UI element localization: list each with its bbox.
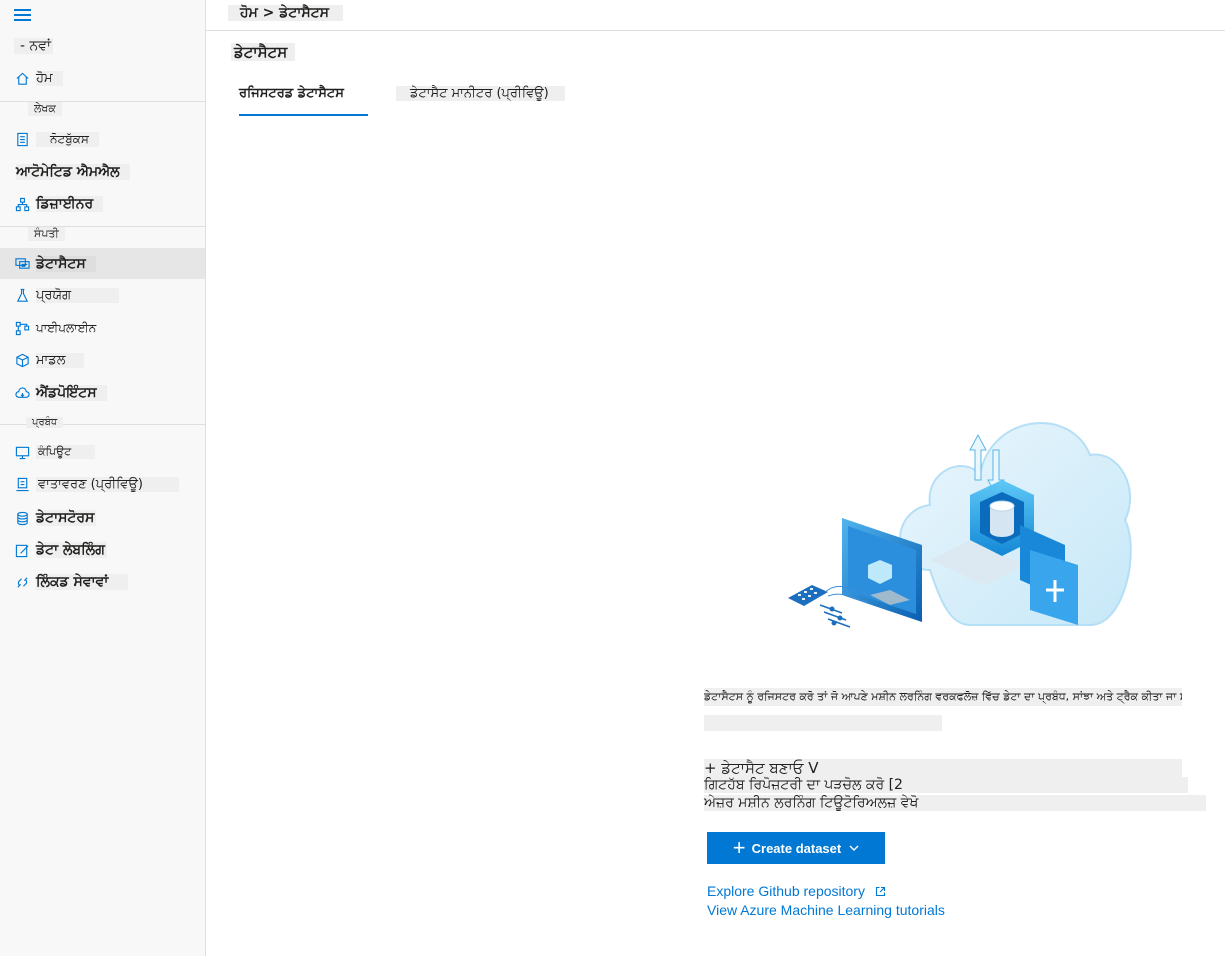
chevron-down-icon: [849, 845, 859, 851]
home-icon: [14, 70, 30, 86]
tab-dataset-monitors[interactable]: ਡੇਟਾਸੈਟ ਮਾਨੀਟਰ (ਪ੍ਰੀਵਿਊ): [396, 86, 565, 101]
sidebar-item-automl[interactable]: ਆਟੋਮੇਟਿਡ ਐਮਐਲ: [0, 157, 205, 187]
header-divider: [206, 30, 1225, 31]
sidebar-item-label: ਪਾਈਪਲਾਈਨ: [36, 320, 97, 335]
breadcrumb[interactable]: ਹੋਮ > ਡੇਟਾਸੈਟਸ: [228, 5, 343, 21]
sidebar-item-label: ਐਂਡਪੋਇੰਟਸ: [36, 385, 107, 401]
sidebar-item-label: ਵਾਤਾਵਰਣ (ਪ੍ਰੀਵਿਊ): [36, 476, 179, 492]
sidebar-item-datastores[interactable]: ਡੇਟਾਸਟੋਰਸ: [0, 503, 205, 533]
sidebar-item-designer[interactable]: ਡਿਜ਼ਾਈਨਰ: [0, 189, 205, 219]
database-icon: [14, 510, 30, 526]
external-link-icon: [875, 886, 885, 897]
endpoint-cloud-icon: [14, 385, 30, 401]
sidebar-item-label: ਡੇਟਾਸੈਟਸ: [36, 255, 96, 272]
sidebar: - ਨਵਾਂ ਹੋਮ ਲੇਖਕ ਨੋਟਬੁੱਕਸ ਆਟੋਮੇਟਿਡ ਐਮਐਲ ਡ…: [0, 0, 206, 956]
link-icon: [14, 574, 30, 590]
sidebar-item-experiments[interactable]: ਪ੍ਰਯੋਗ: [0, 280, 205, 310]
sidebar-item-label: ਕੰਪਿਊਟ: [36, 445, 96, 459]
explore-github-link-label: Explore Github repository: [707, 883, 865, 899]
monitor-icon: [14, 444, 30, 460]
sidebar-item-models[interactable]: ਮਾਡਲ: [0, 345, 205, 375]
empty-state-faint-text: [704, 715, 942, 731]
sidebar-item-environments[interactable]: ਵਾਤਾਵਰਣ (ਪ੍ਰੀਵਿਊ): [0, 469, 205, 499]
sidebar-item-label: ਮਾਡਲ: [36, 352, 84, 368]
section-assets-heading: ਸੰਪਤੀ: [28, 227, 65, 241]
section-manage-heading: ਪ੍ਰਬੰਧ: [26, 417, 64, 428]
tutorials-localized-label: ਅੇਜ਼ਰ ਮਸ਼ੀਨ ਲਰਨਿੰਗ ਟਿਊਟੋਰਿਅਲਜ਼ ਵੇਖੋ: [704, 795, 1206, 811]
sidebar-item-label: ਡੇਟਾਸਟੋਰਸ: [36, 510, 97, 526]
active-tab-indicator: [239, 114, 368, 116]
notebook-icon: [14, 131, 30, 147]
cube-icon: [14, 352, 30, 368]
sidebar-item-datasets[interactable]: ਡੇਟਾਸੈਟਸ: [0, 248, 205, 279]
datasets-icon: [14, 256, 30, 272]
sidebar-item-endpoints[interactable]: ਐਂਡਪੋਇੰਟਸ: [0, 378, 205, 408]
sidebar-item-label: ਨੋਟਬੁੱਕਸ: [36, 131, 99, 147]
datasets-empty-illustration: [788, 421, 1132, 628]
flask-icon: [14, 287, 30, 303]
sidebar-item-label: ਆਟੋਮੇਟਿਡ ਐਮਐਲ: [16, 164, 130, 180]
azure-ml-tutorials-link[interactable]: View Azure Machine Learning tutorials: [707, 902, 945, 918]
designer-icon: [14, 196, 30, 212]
page-title: ਡੇਟਾਸੈਟਸ: [231, 43, 296, 61]
create-dataset-localized-label: + ਡੇਟਾਸੈਟ ਬਣਾਓ V: [704, 759, 1182, 777]
plus-icon: +: [732, 835, 746, 860]
create-dataset-button-label: Create dataset: [751, 840, 842, 856]
sidebar-item-home[interactable]: ਹੋਮ: [0, 63, 205, 93]
environment-icon: [14, 476, 30, 492]
empty-state-description: ਡੇਟਾਸੈਟਸ ਨੂੰ ਰਜਿਸਟਰ ਕਰੋ ਤਾਂ ਜੋ ਆਪਣੇ ਮਸ਼ੀ…: [704, 688, 1182, 706]
sidebar-item-label: ਪ੍ਰਯੋਗ: [36, 287, 120, 303]
sidebar-item-data-labeling[interactable]: ਡੇਟਾ ਲੇਬਲਿੰਗ: [0, 535, 205, 565]
sidebar-item-label: ਹੋਮ: [36, 70, 63, 86]
tab-registered-datasets[interactable]: ਰਜਿਸਟਰਡ ਡੇਟਾਸੈਟਸ: [237, 86, 346, 101]
pipeline-icon: [14, 320, 30, 336]
section-author-heading: ਲੇਖਕ: [28, 102, 62, 116]
create-dataset-button[interactable]: + Create dataset: [707, 832, 885, 864]
sidebar-item-notebooks[interactable]: ਨੋਟਬੁੱਕਸ: [0, 124, 205, 154]
edit-icon: [14, 542, 30, 558]
new-button[interactable]: - ਨਵਾਂ: [14, 38, 53, 54]
sidebar-item-label: ਡਿਜ਼ਾਈਨਰ: [36, 196, 104, 212]
hamburger-menu-icon[interactable]: [14, 9, 31, 21]
explore-github-localized-label: ਗਿਟਹੱਬ ਰਿਪੋਜ਼ਟਰੀ ਦਾ ਪੜਚੋਲ ਕਰੋ [2: [704, 777, 1188, 793]
sidebar-item-compute[interactable]: ਕੰਪਿਊਟ: [0, 437, 205, 467]
sidebar-item-pipelines[interactable]: ਪਾਈਪਲਾਈਨ: [0, 313, 205, 343]
sidebar-item-linked-services[interactable]: ਲਿੰਕਡ ਸੇਵਾਵਾਂ: [0, 567, 205, 597]
explore-github-link[interactable]: Explore Github repository: [707, 883, 886, 899]
sidebar-item-label: ਲਿੰਕਡ ਸੇਵਾਵਾਂ: [36, 574, 129, 590]
sidebar-item-label: ਡੇਟਾ ਲੇਬਲਿੰਗ: [36, 542, 107, 558]
